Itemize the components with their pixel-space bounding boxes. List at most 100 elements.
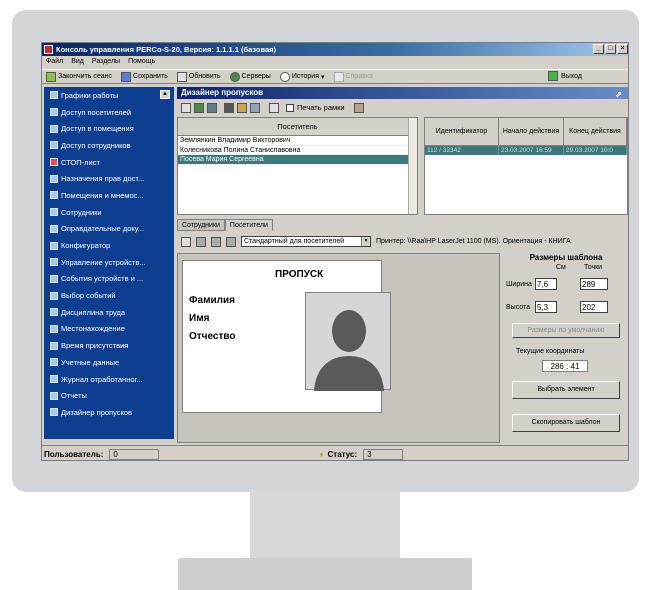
refresh-label: Обновить xyxy=(188,73,221,80)
sidebar-item-room-access[interactable]: Доступ в помещения xyxy=(44,120,174,137)
delete-icon[interactable] xyxy=(196,236,206,247)
sidebar-item-label: Помещения и мнемос... xyxy=(61,190,144,200)
grid-icon[interactable] xyxy=(194,102,204,113)
print-frames-checkbox[interactable] xyxy=(286,103,294,112)
chevron-down-icon[interactable]: ▾ xyxy=(361,237,370,246)
sidebar-item-presence-time[interactable]: Время присутствия xyxy=(44,337,174,354)
sidebar-item-label: Доступ в помещения xyxy=(61,124,134,134)
sidebar-item-pass-designer[interactable]: Дизайнер пропусков xyxy=(44,404,174,421)
height-cm-input[interactable]: 5,3 xyxy=(535,301,557,313)
sidebar-item-visitor-access[interactable]: Доступ посетителей xyxy=(44,104,174,121)
monitor-stand-neck xyxy=(250,490,400,560)
sidebar-item-employee-access[interactable]: Доступ сотрудников xyxy=(44,137,174,154)
sidebar-item-device-control[interactable]: Управление устройств... xyxy=(44,254,174,271)
sidebar-item-justification-docs[interactable]: Оправдательные доку... xyxy=(44,221,174,238)
sidebar-item-access-rights[interactable]: Назначения прав дост... xyxy=(44,170,174,187)
pin-icon[interactable]: ⇗ xyxy=(615,89,622,101)
events-icon xyxy=(50,274,58,283)
pass-title[interactable]: ПРОПУСК xyxy=(275,269,323,280)
sidebar-collapse-button[interactable]: ▲ xyxy=(160,90,170,99)
refresh-button[interactable]: Обновить xyxy=(176,71,221,82)
access-table-header: Идентификатор Начало действия Конец дейс… xyxy=(425,118,627,146)
print-icon[interactable] xyxy=(207,102,217,113)
sidebar-item-label: Оправдательные доку... xyxy=(61,224,145,234)
pass-card[interactable]: ПРОПУСК Фамилия Имя Отчество xyxy=(182,260,391,413)
select-element-button[interactable]: Выбрать элемент xyxy=(512,381,620,399)
tool-icon[interactable] xyxy=(353,102,364,113)
report-icon xyxy=(50,391,58,400)
column-header-identifier[interactable]: Идентификатор xyxy=(425,118,499,146)
height-points-input[interactable]: 202 xyxy=(580,301,608,313)
sidebar-item-configurator[interactable]: Конфигуратор xyxy=(44,237,174,254)
copy-template-button[interactable]: Скопировать шаблон xyxy=(512,414,620,432)
add-element-icon[interactable] xyxy=(181,236,191,247)
sidebar-item-accounting-data[interactable]: Учетные данные xyxy=(44,354,174,371)
template-select[interactable]: Стандартный для посетителей ▾ xyxy=(241,236,371,247)
tab-employees[interactable]: Сотрудники xyxy=(177,219,225,231)
exit-button[interactable]: Выход xyxy=(548,71,582,81)
table-cell: 29.03.2007 10:0 xyxy=(564,146,627,155)
sidebar-item-label: Доступ сотрудников xyxy=(61,140,131,150)
sidebar-item-location[interactable]: Местонахождение xyxy=(44,321,174,338)
servers-button[interactable]: Серверы xyxy=(229,71,271,82)
menu-view[interactable]: Вид xyxy=(71,56,84,67)
edit-icon[interactable] xyxy=(250,102,260,113)
paste-icon[interactable] xyxy=(226,236,236,247)
visitor-column-header[interactable]: Посетитель xyxy=(178,118,417,136)
sidebar-item-labor-discipline[interactable]: Дисциплина труда xyxy=(44,304,174,321)
sidebar-item-label: СТОП-лист xyxy=(61,157,100,167)
sidebar-item-employees[interactable]: Сотрудники xyxy=(44,204,174,221)
close-button[interactable]: × xyxy=(617,44,628,54)
status-value: 3 xyxy=(363,448,404,460)
menu-help[interactable]: Помощь xyxy=(128,56,155,67)
column-header-start[interactable]: Начало действия xyxy=(499,118,564,146)
menu-sections[interactable]: Разделы xyxy=(92,56,120,67)
pass-field-surname[interactable]: Фамилия xyxy=(189,295,235,306)
filter-icon[interactable] xyxy=(237,102,247,113)
column-header-end[interactable]: Конец действия xyxy=(564,118,627,146)
sidebar-item-rooms-mnemonics[interactable]: Помещения и мнемос... xyxy=(44,187,174,204)
window-title: Консоль управления PERCo-S-20, Версия: 1… xyxy=(56,45,277,54)
width-cm-input[interactable]: 7,6 xyxy=(535,278,557,290)
photo-icon[interactable] xyxy=(269,102,279,113)
tab-visitors[interactable]: Посетители xyxy=(224,219,273,231)
new-icon[interactable] xyxy=(181,102,191,113)
save-button[interactable]: Сохранить xyxy=(121,71,168,82)
list-item[interactable]: Землянкин Владимир Викторович xyxy=(178,136,417,146)
list-item-selected[interactable]: Посева Мария Сергеевна xyxy=(178,155,417,165)
sidebar-item-label: Конфигуратор xyxy=(61,241,111,251)
width-label: Ширина xyxy=(506,281,532,288)
maximize-button[interactable]: □ xyxy=(605,44,616,54)
sidebar-item-worked-time-log[interactable]: Журнал отработанног... xyxy=(44,371,174,388)
minimize-button[interactable]: _ xyxy=(593,44,604,54)
vertical-scrollbar[interactable] xyxy=(408,118,417,214)
sidebar-item-stop-list[interactable]: СТОП-лист xyxy=(44,154,174,171)
page-title-text: Дизайнер пропусков xyxy=(181,88,264,97)
list-item[interactable]: Колесникова Полина Станиславовна xyxy=(178,146,417,155)
pass-field-name[interactable]: Имя xyxy=(189,313,209,324)
menu-file[interactable]: Файл xyxy=(46,56,63,67)
history-button[interactable]: История ▾ xyxy=(279,71,325,82)
app-window: Консоль управления PERCo-S-20, Версия: 1… xyxy=(41,42,629,461)
table-row[interactable]: 112 / 32342 23.03.2007 16:59 29.03.2007 … xyxy=(425,146,627,155)
main-toolbar: Закончить сеанс Сохранить Обновить Серве… xyxy=(42,69,628,84)
exit-icon xyxy=(548,71,559,81)
photo-placeholder[interactable] xyxy=(305,292,391,391)
sidebar-item-label: Учетные данные xyxy=(61,357,120,367)
sidebar-item-event-selection[interactable]: Выбор событий xyxy=(44,287,174,304)
width-points-input[interactable]: 289 xyxy=(580,278,608,290)
help-button[interactable]: Справка xyxy=(333,71,373,82)
sidebar-item-device-events[interactable]: События устройств и ... xyxy=(44,271,174,288)
pass-field-patronymic[interactable]: Отчество xyxy=(189,331,236,342)
binoculars-icon[interactable] xyxy=(224,102,234,113)
window-controls: _ □ × xyxy=(593,44,628,54)
sidebar-item-reports[interactable]: Отчеты xyxy=(44,387,174,404)
template-size-title: Размеры шаблона xyxy=(529,253,603,262)
user-label: Пользователь: xyxy=(44,449,104,459)
servers-label: Серверы xyxy=(241,73,271,80)
sidebar-item-work-schedules[interactable]: Графики работы xyxy=(44,87,174,104)
pass-canvas: ПРОПУСК Фамилия Имя Отчество xyxy=(177,253,500,443)
end-session-button[interactable]: Закончить сеанс xyxy=(46,71,112,82)
copy-icon[interactable] xyxy=(211,236,221,247)
default-size-button[interactable]: Размеры по умолчанию xyxy=(512,323,620,338)
